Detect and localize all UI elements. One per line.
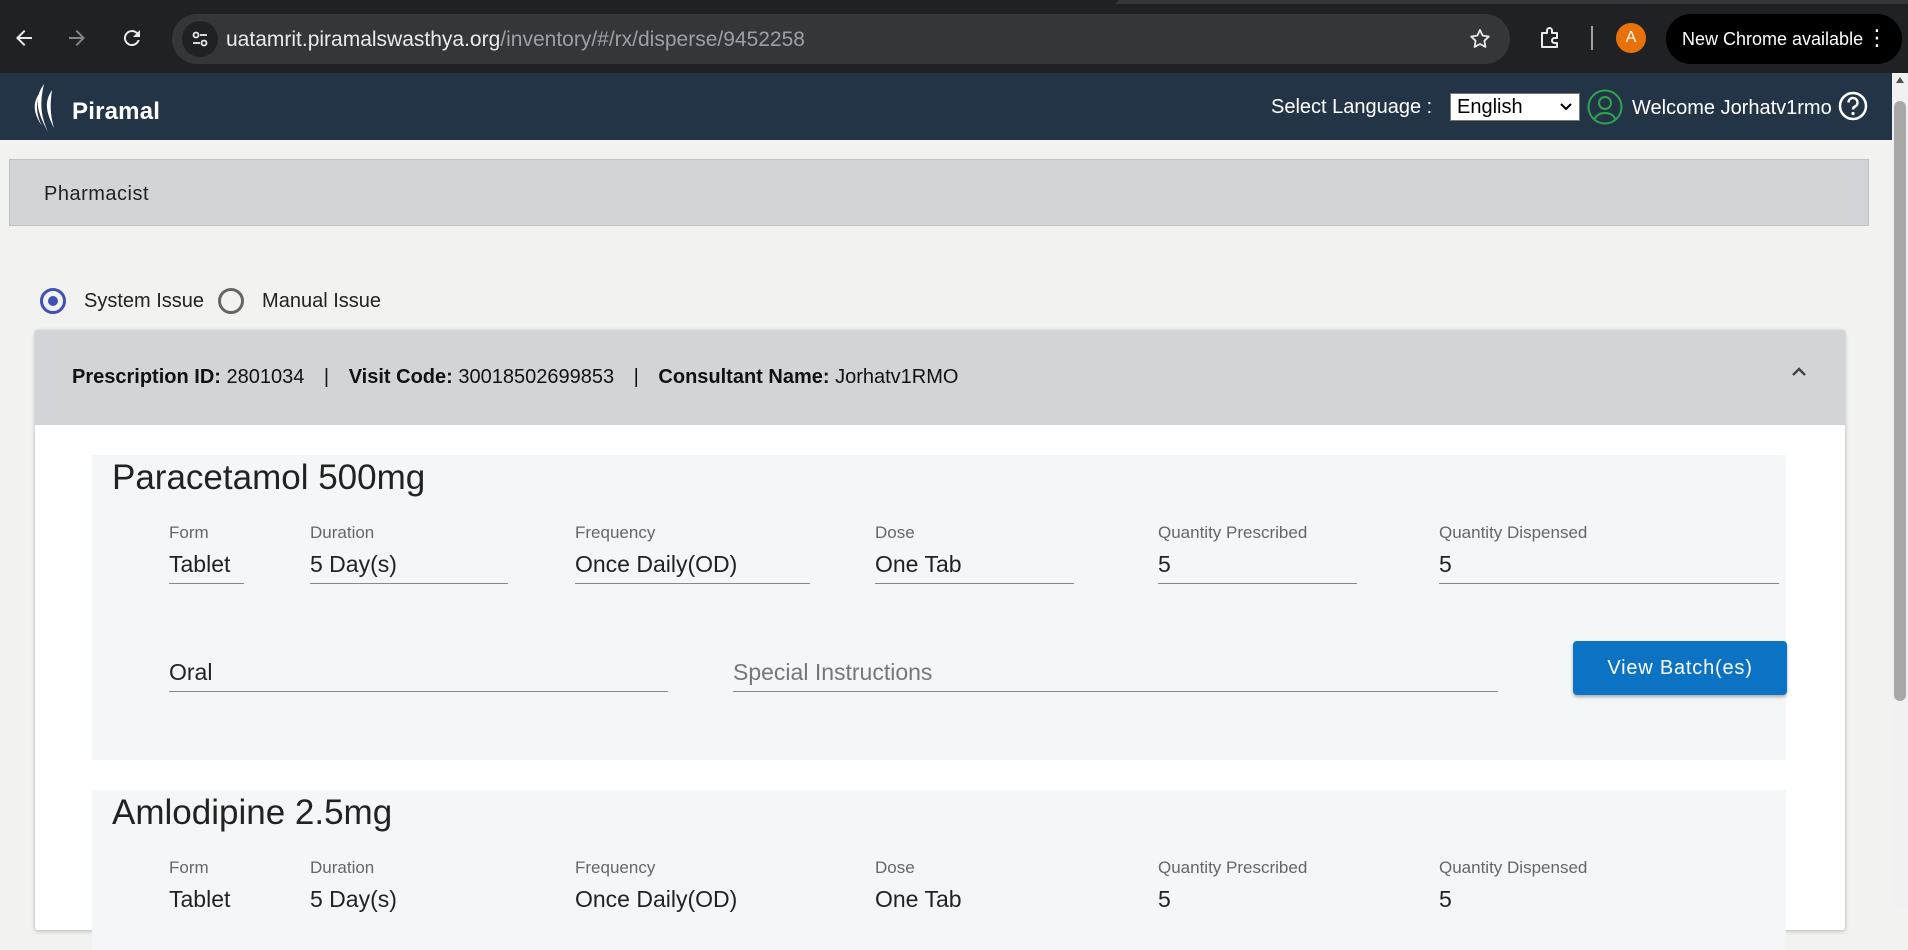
field-underline	[733, 691, 1498, 692]
chevron-down-icon	[1560, 103, 1572, 111]
piramal-flame-icon	[34, 84, 54, 132]
tab-strip	[0, 0, 1908, 4]
form-value: Tablet	[169, 551, 231, 577]
frequency-value: Once Daily(OD)	[575, 886, 738, 912]
field-underline	[169, 691, 668, 692]
quantity-prescribed-label: Quantity Prescribed	[1158, 858, 1308, 877]
visit-code: 30018502699853	[458, 366, 615, 388]
drug-name: Paracetamol 500mg	[112, 458, 426, 497]
drug-item: Amlodipine 2.5mg Form Tablet Duration 5 …	[92, 790, 1786, 950]
url-host: uatamrit.piramalswasthya.org	[226, 28, 501, 51]
bookmark-star-icon[interactable]	[1468, 27, 1492, 51]
quantity-dispensed-label: Quantity Dispensed	[1439, 858, 1588, 877]
visit-code-label: Visit Code:	[348, 366, 453, 388]
special-instructions-placeholder: Special Instructions	[733, 659, 933, 685]
issue-type-radio-group: System Issue Manual Issue	[40, 284, 395, 318]
help-icon[interactable]	[1838, 91, 1868, 121]
user-name: Jorhatv1rmo	[1720, 97, 1832, 119]
quantity-prescribed-label: Quantity Prescribed	[1158, 523, 1308, 542]
field-underline	[575, 583, 810, 584]
chrome-update-button[interactable]: New Chrome available ⋮	[1666, 14, 1902, 64]
manual-issue-label[interactable]: Manual Issue	[262, 290, 381, 313]
url-text[interactable]: uatamrit.piramalswasthya.org/inventory/#…	[226, 28, 805, 52]
scroll-up-icon[interactable]	[1896, 77, 1904, 83]
drug-item: Paracetamol 500mg Form Tablet Duration 5…	[92, 455, 1787, 760]
quantity-prescribed-value: 5	[1158, 551, 1171, 577]
dose-label: Dose	[875, 858, 915, 877]
form-value: Tablet	[169, 886, 231, 912]
system-issue-radio[interactable]	[40, 288, 66, 314]
back-icon[interactable]	[6, 20, 42, 56]
drug-name: Amlodipine 2.5mg	[112, 793, 393, 832]
frequency-label: Frequency	[575, 523, 656, 542]
prescription-summary: Prescription ID: 2801034 | Visit Code: 3…	[72, 366, 958, 389]
consultant-name: Jorhatv1RMO	[835, 366, 959, 388]
route-value: Oral	[169, 659, 213, 685]
app-header: Piramal Select Language : English Welcom…	[0, 73, 1892, 140]
field-underline	[169, 583, 244, 584]
prescription-id: 2801034	[226, 366, 305, 388]
welcome-label: Welcome	[1632, 97, 1715, 119]
view-batches-button[interactable]: View Batch(es)	[1573, 641, 1787, 695]
separator: |	[633, 366, 639, 388]
quantity-prescribed-value: 5	[1158, 886, 1171, 912]
frequency-label: Frequency	[575, 858, 656, 877]
dose-label: Dose	[875, 523, 915, 542]
toolbar-divider	[1591, 26, 1593, 50]
browser-chrome: uatamrit.piramalswasthya.org/inventory/#…	[0, 0, 1908, 73]
prescription-header[interactable]: Prescription ID: 2801034 | Visit Code: 3…	[35, 330, 1845, 425]
user-icon[interactable]	[1587, 89, 1623, 125]
welcome-text: Welcome Jorhatv1rmo	[1632, 97, 1832, 120]
piramal-logo[interactable]: Piramal	[30, 81, 160, 135]
system-issue-label[interactable]: System Issue	[84, 290, 204, 313]
extensions-icon[interactable]	[1536, 24, 1564, 52]
address-bar[interactable]: uatamrit.piramalswasthya.org/inventory/#…	[172, 14, 1510, 64]
more-menu-icon[interactable]: ⋮	[1866, 26, 1888, 50]
manual-issue-radio[interactable]	[218, 288, 245, 314]
role-banner: Pharmacist	[9, 159, 1869, 226]
logo-text: Piramal	[72, 98, 161, 125]
field-underline	[1439, 583, 1779, 584]
separator: |	[323, 366, 330, 388]
frequency-value: Once Daily(OD)	[575, 551, 738, 577]
active-tab[interactable]	[0, 0, 1118, 4]
field-underline	[875, 583, 1074, 584]
dose-value: One Tab	[875, 551, 962, 577]
page-scrollbar[interactable]	[1892, 73, 1908, 907]
chevron-up-icon[interactable]	[1787, 360, 1811, 384]
prescription-card: Prescription ID: 2801034 | Visit Code: 3…	[35, 330, 1845, 950]
language-value: English	[1457, 95, 1523, 118]
duration-value: 5 Day(s)	[310, 551, 397, 577]
field-underline	[310, 583, 508, 584]
update-label: New Chrome available	[1682, 28, 1864, 49]
site-info-icon[interactable]	[182, 21, 218, 57]
consultant-label: Consultant Name:	[658, 366, 830, 388]
quantity-dispensed-value: 5	[1439, 886, 1452, 912]
role-title: Pharmacist	[44, 183, 150, 205]
prescription-id-label: Prescription ID:	[72, 366, 221, 388]
forward-icon[interactable]	[59, 20, 95, 56]
profile-avatar[interactable]: A	[1616, 23, 1646, 53]
dose-value: One Tab	[875, 886, 962, 912]
quantity-dispensed-label: Quantity Dispensed	[1439, 523, 1588, 542]
reload-icon[interactable]	[114, 20, 150, 56]
form-label: Form	[169, 858, 209, 877]
duration-label: Duration	[310, 858, 375, 877]
form-label: Form	[169, 523, 209, 542]
duration-value: 5 Day(s)	[310, 886, 397, 912]
language-select[interactable]: English	[1450, 93, 1580, 121]
duration-label: Duration	[310, 523, 375, 542]
language-label: Select Language :	[1271, 96, 1433, 118]
field-underline	[1158, 583, 1357, 584]
url-path: /inventory/#/rx/disperse/9452258	[500, 28, 805, 51]
quantity-dispensed-value: 5	[1439, 551, 1452, 577]
scroll-thumb[interactable]	[1894, 101, 1906, 701]
